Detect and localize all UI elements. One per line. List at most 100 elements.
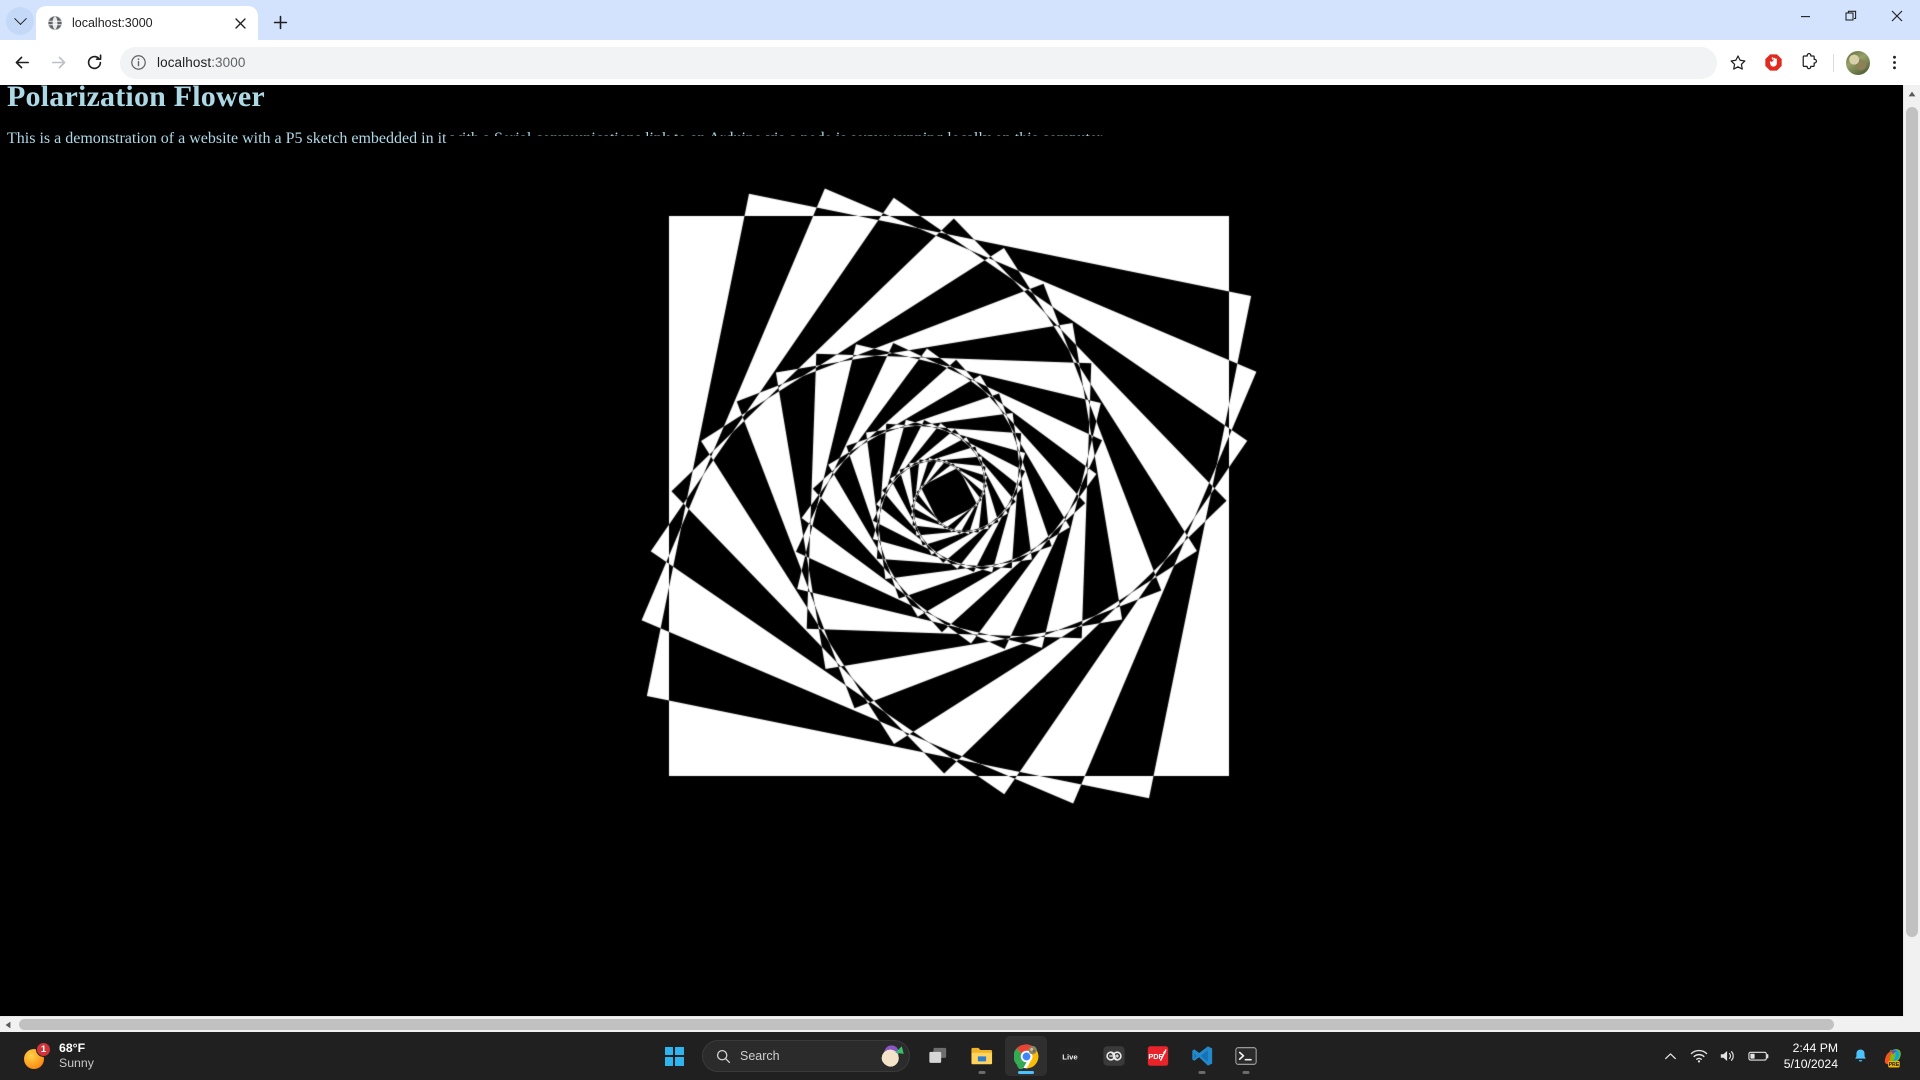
- taskbar-app-pdf-xchange[interactable]: PDF: [1137, 1036, 1179, 1076]
- close-window-button[interactable]: [1874, 0, 1920, 32]
- web-page-content: Polarization Flower This is a demonstrat…: [0, 85, 1897, 1027]
- p5-sketch-container: [0, 136, 1897, 936]
- info-circle-icon[interactable]: [130, 54, 147, 71]
- scroll-up-arrow-icon[interactable]: [1904, 85, 1920, 102]
- volume-button[interactable]: [1714, 1036, 1742, 1076]
- tab-strip: localhost:3000: [0, 0, 1920, 40]
- notifications-button[interactable]: [1847, 1036, 1874, 1076]
- taskbar-app-visual-studio-code[interactable]: [1181, 1036, 1223, 1076]
- copilot-pre-button[interactable]: PRE: [1875, 1036, 1910, 1076]
- toolbar-divider: [1833, 53, 1834, 72]
- vscode-icon: [1192, 1046, 1213, 1066]
- weather-temperature: 68°F: [59, 1041, 86, 1055]
- app-running-indicator: [1242, 1071, 1250, 1074]
- chevron-down-icon: [13, 11, 27, 25]
- taskbar-app-google-chrome[interactable]: [1005, 1036, 1047, 1076]
- adblock-extension-button[interactable]: [1758, 48, 1788, 78]
- extensions-button[interactable]: [1794, 48, 1824, 78]
- pdf-xchange-icon: PDF: [1147, 1046, 1169, 1066]
- url-port: :3000: [211, 55, 246, 70]
- forward-button[interactable]: [42, 47, 74, 79]
- page-title: Polarization Flower: [7, 85, 265, 113]
- arduino-icon: [1103, 1046, 1125, 1066]
- app-running-indicator: [978, 1071, 986, 1074]
- tab-close-button[interactable]: [230, 13, 250, 33]
- new-tab-button[interactable]: [266, 8, 294, 36]
- app-running-indicator: [1018, 1071, 1034, 1074]
- weather-text: 68°F Sunny: [59, 1041, 94, 1071]
- svg-text:PRE: PRE: [1889, 1061, 1900, 1067]
- svg-text:Live: Live: [1062, 1052, 1078, 1061]
- back-button[interactable]: [6, 47, 38, 79]
- horizontal-scrollbar[interactable]: [0, 1016, 1903, 1032]
- live-app-icon: Live: [1059, 1047, 1081, 1065]
- minimize-button[interactable]: [1782, 0, 1828, 32]
- speaker-icon: [1720, 1050, 1734, 1062]
- taskbar-app-arduino-ide[interactable]: [1093, 1036, 1135, 1076]
- page-viewport: Polarization Flower This is a demonstrat…: [0, 85, 1920, 1032]
- extensions-puzzle-icon: [1802, 53, 1817, 70]
- bell-icon: [1855, 1049, 1866, 1062]
- weather-badge-count: 1: [36, 1042, 51, 1057]
- address-bar[interactable]: localhost:3000: [120, 46, 1717, 79]
- chevron-up-icon: [1665, 1052, 1677, 1059]
- weather-widget[interactable]: 1 68°F Sunny: [14, 1037, 102, 1075]
- copilot-icon[interactable]: [881, 1045, 903, 1067]
- window-controls: [1782, 0, 1920, 40]
- clock-date: 5/10/2024: [1783, 1057, 1838, 1071]
- screen: localhost:3000 localhost:3000 Polarizati…: [0, 0, 1920, 1080]
- avatar: [1846, 50, 1870, 75]
- profile-button[interactable]: [1843, 48, 1873, 78]
- wifi-icon: [1690, 1049, 1708, 1063]
- taskbar-app-live[interactable]: Live: [1049, 1036, 1091, 1076]
- adblock-icon: [1764, 54, 1782, 71]
- taskbar-search-placeholder: Search: [740, 1049, 780, 1063]
- star-icon: [1730, 54, 1746, 70]
- taskbar-app-terminal[interactable]: [1225, 1036, 1267, 1076]
- file-explorer-icon: [971, 1047, 993, 1065]
- clock-widget[interactable]: 2:44 PM 5/10/2024: [1776, 1037, 1846, 1076]
- tab-search-button[interactable]: [6, 7, 34, 35]
- back-arrow-icon: [15, 56, 29, 69]
- start-button[interactable]: [653, 1036, 695, 1076]
- taskbar-app-task-view[interactable]: [917, 1036, 959, 1076]
- app-running-indicator: [1198, 1071, 1206, 1074]
- forward-arrow-icon: [51, 56, 65, 69]
- sun-icon: 1: [22, 1042, 51, 1070]
- tab-title: localhost:3000: [72, 16, 153, 30]
- terminal-icon: [1235, 1047, 1257, 1065]
- browser-toolbar: localhost:3000: [0, 40, 1920, 85]
- restore-button[interactable]: [1828, 0, 1874, 32]
- address-bar-url: localhost:3000: [157, 55, 245, 70]
- weather-condition: Sunny: [59, 1056, 94, 1070]
- vertical-scrollbar[interactable]: [1903, 85, 1920, 1032]
- windows-start-icon: [664, 1046, 684, 1066]
- system-tray: 2:44 PM 5/10/2024 PRE: [1658, 1032, 1920, 1080]
- chrome-menu-button[interactable]: [1879, 48, 1909, 78]
- horizontal-scrollbar-thumb[interactable]: [19, 1019, 1834, 1030]
- browser-tab-localhost[interactable]: localhost:3000: [36, 6, 258, 40]
- chrome-icon: [1013, 1044, 1038, 1069]
- globe-icon: [47, 15, 63, 31]
- tray-overflow-button[interactable]: [1658, 1036, 1684, 1076]
- taskbar-app-file-explorer[interactable]: [961, 1036, 1003, 1076]
- search-icon: [716, 1049, 731, 1063]
- battery-button[interactable]: [1743, 1036, 1775, 1076]
- vertical-scrollbar-thumb[interactable]: [1906, 107, 1918, 937]
- bookmark-button[interactable]: [1723, 48, 1753, 78]
- windows-taskbar: 1 68°F Sunny Search Live PDF 2:44 PM 5/1…: [0, 1032, 1920, 1080]
- scroll-left-arrow-icon[interactable]: [0, 1017, 16, 1032]
- p5-polarization-flower-canvas[interactable]: [448, 136, 1449, 896]
- scrollbar-corner: [1903, 1016, 1920, 1032]
- task-view-icon: [929, 1047, 947, 1063]
- three-dot-menu-icon: [1892, 55, 1896, 70]
- clock-time: 2:44 PM: [1792, 1040, 1838, 1055]
- battery-icon: [1748, 1051, 1769, 1061]
- chrome-browser-window: localhost:3000 localhost:3000 Polarizati…: [0, 0, 1920, 1032]
- copilot-pre-icon: PRE: [1884, 1048, 1901, 1067]
- taskbar-search-box[interactable]: Search: [702, 1040, 910, 1072]
- wifi-button[interactable]: [1685, 1036, 1713, 1076]
- url-host: localhost: [157, 55, 212, 70]
- taskbar-center-group: Search Live PDF: [653, 1036, 1267, 1076]
- reload-button[interactable]: [78, 47, 110, 79]
